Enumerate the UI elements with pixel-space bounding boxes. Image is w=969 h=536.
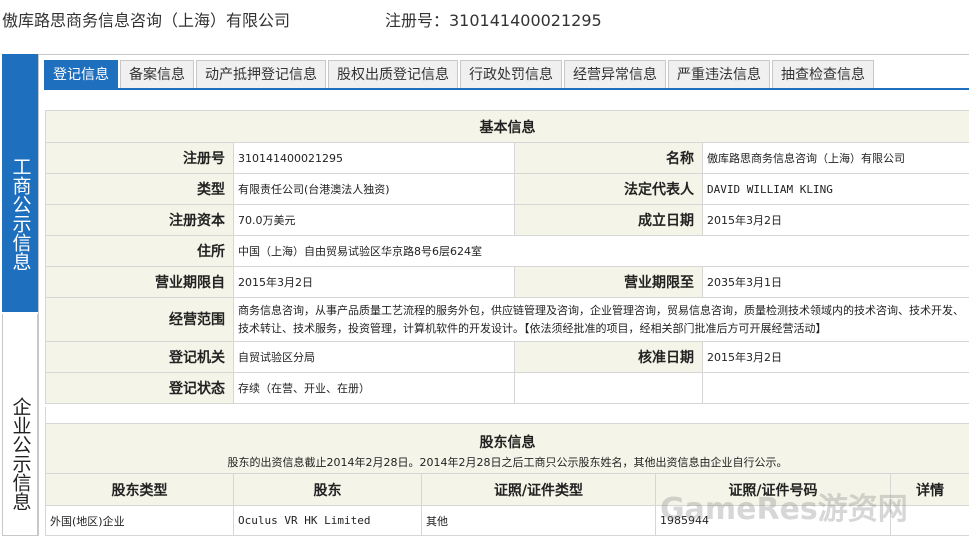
capital-value: 70.0万美元 — [233, 204, 515, 236]
authority-label: 登记机关 — [45, 341, 234, 373]
watermark-logo: GameRes游资网 — [660, 492, 908, 527]
name-value: 傲库路思商务信息咨询（上海）有限公司 — [702, 142, 969, 174]
name-label: 名称 — [514, 142, 703, 174]
basic-info-table: 基本信息 注册号 310141400021295 名称 傲库路思商务信息咨询（上… — [45, 110, 969, 404]
tab-bar: 登记信息 备案信息 动产抵押登记信息 股权出质登记信息 行政处罚信息 经营异常信… — [44, 60, 874, 88]
tab-chattel-mortgage[interactable]: 动产抵押登记信息 — [196, 60, 326, 88]
capital-label: 注册资本 — [45, 204, 234, 236]
founded-label: 成立日期 — [514, 204, 703, 236]
status-label: 登记状态 — [45, 372, 234, 404]
shareholder-title: 股东信息 — [479, 434, 536, 451]
col-id-type: 证照/证件类型 — [421, 473, 656, 506]
type-label: 类型 — [45, 173, 234, 205]
shareholder-type-value: 外国(地区)企业 — [45, 505, 234, 536]
id-type-value: 其他 — [421, 505, 656, 536]
founded-value: 2015年3月2日 — [702, 204, 969, 236]
col-shareholder-type: 股东类型 — [45, 473, 234, 506]
side-tab-enterprise-label: 企业公示信息 — [9, 397, 32, 511]
side-tab-business-label: 工商公示信息 — [9, 157, 32, 271]
term-from-value: 2015年3月2日 — [233, 266, 515, 298]
registration-number: 注册号：310141400021295 — [385, 11, 602, 30]
scope-label: 经营范围 — [45, 297, 234, 342]
type-value: 有限责任公司(台港澳法人独资) — [233, 173, 515, 205]
col-shareholder: 股东 — [233, 473, 422, 506]
shareholder-note: 股东的出资信息截止2014年2月28日。2014年2月28日之后工商只公示股东姓… — [227, 455, 788, 469]
shareholder-name-value: Oculus VR HK Limited — [233, 505, 422, 536]
tab-underline — [44, 88, 969, 90]
tab-registration-info[interactable]: 登记信息 — [44, 60, 118, 88]
section-gap — [45, 407, 969, 423]
basic-info-title: 基本信息 — [45, 110, 969, 143]
legal-rep-label: 法定代表人 — [514, 173, 703, 205]
reg-no-label: 注册号 — [45, 142, 234, 174]
empty-cell — [514, 372, 703, 404]
tab-serious-violation[interactable]: 严重违法信息 — [668, 60, 770, 88]
shareholder-header: 股东信息 股东的出资信息截止2014年2月28日。2014年2月28日之后工商只… — [45, 423, 969, 474]
legal-rep-value: DAVID WILLIAM KLING — [702, 173, 969, 205]
tab-equity-pledge[interactable]: 股权出质登记信息 — [328, 60, 458, 88]
tab-administrative-penalty[interactable]: 行政处罚信息 — [460, 60, 562, 88]
empty-cell — [702, 372, 969, 404]
side-tab-business-publicity[interactable]: 工商公示信息 — [2, 54, 38, 312]
company-name: 傲库路思商务信息咨询（上海）有限公司 — [2, 11, 291, 30]
status-value: 存续（在营、开业、在册） — [233, 372, 515, 404]
reg-no-value: 310141400021295 — [233, 142, 515, 174]
tab-abnormal-operation[interactable]: 经营异常信息 — [564, 60, 666, 88]
side-tab-enterprise-publicity[interactable]: 企业公示信息 — [2, 314, 38, 536]
address-label: 住所 — [45, 235, 234, 267]
approved-label: 核准日期 — [514, 341, 703, 373]
scope-value: 商务信息咨询，从事产品质量工艺流程的服务外包，供应链管理及咨询，企业管理咨询，贸… — [233, 297, 969, 342]
tab-spot-check[interactable]: 抽查检查信息 — [772, 60, 874, 88]
term-from-label: 营业期限自 — [45, 266, 234, 298]
approved-value: 2015年3月2日 — [702, 341, 969, 373]
address-value: 中国（上海）自由贸易试验区华京路8号6层624室 — [233, 235, 969, 267]
term-to-label: 营业期限至 — [514, 266, 703, 298]
term-to-value: 2035年3月1日 — [702, 266, 969, 298]
tab-filing-info[interactable]: 备案信息 — [120, 60, 194, 88]
top-header: 傲库路思商务信息咨询（上海）有限公司 注册号：310141400021295 — [0, 0, 969, 36]
authority-value: 自贸试验区分局 — [233, 341, 515, 373]
